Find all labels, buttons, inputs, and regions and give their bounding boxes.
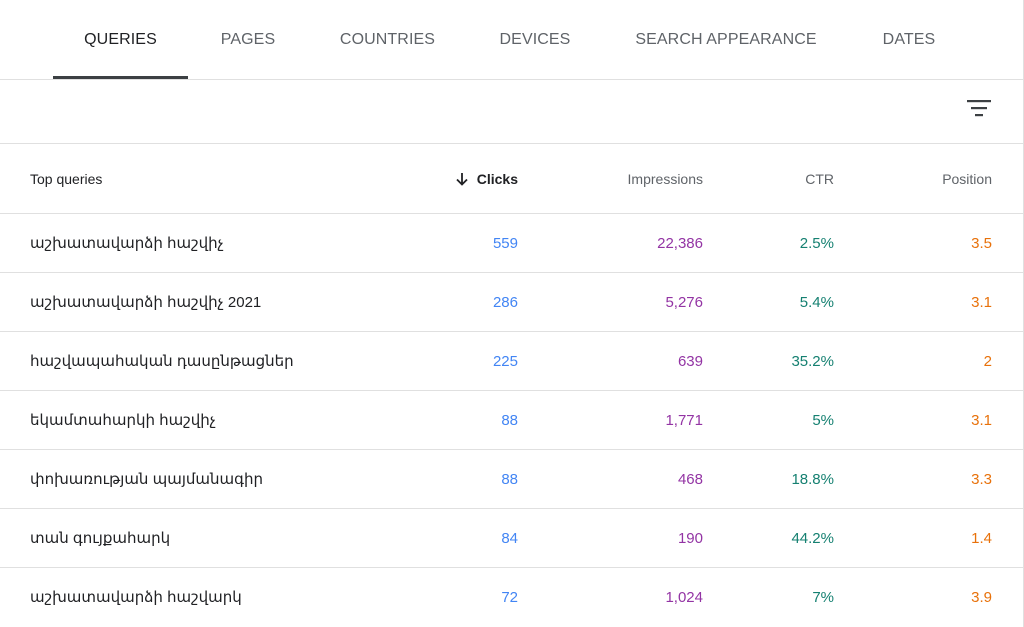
tab-countries[interactable]: COUNTRIES xyxy=(325,0,450,79)
table-row[interactable]: աշխատավարձի հաշվարկ 72 1,024 7% 3.9 xyxy=(0,568,1024,627)
active-tab-indicator xyxy=(53,76,188,79)
query-cell: աշխատավարձի հաշվարկ xyxy=(30,589,242,606)
query-cell: փոխառության պայմանագիր xyxy=(30,471,264,488)
impressions-cell: 190 xyxy=(677,530,703,547)
position-cell: 3.3 xyxy=(971,471,992,488)
tab-devices[interactable]: DEVICES xyxy=(483,0,587,79)
ctr-cell: 35.2% xyxy=(791,353,834,370)
position-cell: 3.1 xyxy=(971,294,992,311)
ctr-cell: 2.5% xyxy=(799,235,834,252)
table-row[interactable]: եկամտահարկի հաշվիչ 88 1,771 5% 3.1 xyxy=(0,391,1024,450)
clicks-cell: 88 xyxy=(501,471,518,488)
clicks-cell: 286 xyxy=(492,294,518,311)
table-row[interactable]: փոխառության պայմանագիր 88 468 18.8% 3.3 xyxy=(0,450,1024,509)
table-row[interactable]: աշխատավարձի հաշվիչ 559 22,386 2.5% 3.5 xyxy=(0,214,1024,273)
impressions-cell: 5,276 xyxy=(665,294,703,311)
table-toolbar xyxy=(0,80,1024,144)
impressions-cell: 468 xyxy=(677,471,703,488)
tab-pages[interactable]: PAGES xyxy=(200,0,296,79)
header-clicks[interactable]: Clicks xyxy=(400,144,518,214)
impressions-cell: 1,024 xyxy=(665,589,703,606)
ctr-cell: 44.2% xyxy=(791,530,834,547)
ctr-cell: 5% xyxy=(812,412,834,429)
arrow-down-icon xyxy=(456,172,468,186)
impressions-cell: 639 xyxy=(677,353,703,370)
filter-list-icon xyxy=(967,100,991,117)
ctr-cell: 5.4% xyxy=(799,294,834,311)
header-clicks-label: Clicks xyxy=(476,171,518,187)
impressions-cell: 22,386 xyxy=(657,235,703,252)
tab-dates[interactable]: DATES xyxy=(866,0,952,79)
header-ctr[interactable]: CTR xyxy=(720,144,834,214)
queries-table: Top queries Clicks Impressions CTR Posit… xyxy=(0,144,1024,627)
position-cell: 2 xyxy=(983,353,992,370)
query-cell: հաշվապահական դասընթացներ xyxy=(30,353,294,370)
performance-report: QUERIES PAGES COUNTRIES DEVICES SEARCH A… xyxy=(0,0,1024,627)
dimension-tabs: QUERIES PAGES COUNTRIES DEVICES SEARCH A… xyxy=(0,0,1024,80)
clicks-cell: 84 xyxy=(501,530,518,547)
position-cell: 1.4 xyxy=(971,530,992,547)
table-row[interactable]: աշխատավարձի հաշվիչ 2021 286 5,276 5.4% 3… xyxy=(0,273,1024,332)
header-position[interactable]: Position xyxy=(870,144,992,214)
table-row[interactable]: հաշվապահական դասընթացներ 225 639 35.2% 2 xyxy=(0,332,1024,391)
ctr-cell: 7% xyxy=(812,589,834,606)
tab-search-appearance[interactable]: SEARCH APPEARANCE xyxy=(618,0,834,79)
filter-rows-button[interactable] xyxy=(962,94,996,124)
table-body: աշխատավարձի հաշվիչ 559 22,386 2.5% 3.5 ա… xyxy=(0,214,1024,627)
table-header: Top queries Clicks Impressions CTR Posit… xyxy=(0,144,1024,214)
table-row[interactable]: տան գույքահարկ 84 190 44.2% 1.4 xyxy=(0,509,1024,568)
clicks-cell: 225 xyxy=(492,353,518,370)
clicks-cell: 72 xyxy=(501,589,518,606)
clicks-cell: 88 xyxy=(501,412,518,429)
impressions-cell: 1,771 xyxy=(665,412,703,429)
tab-queries[interactable]: QUERIES xyxy=(53,0,188,79)
clicks-cell: 559 xyxy=(492,235,518,252)
header-top-queries: Top queries xyxy=(30,171,103,187)
position-cell: 3.5 xyxy=(971,235,992,252)
query-cell: եկամտահարկի հաշվիչ xyxy=(30,412,216,429)
query-cell: տան գույքահարկ xyxy=(30,530,171,547)
query-cell: աշխատավարձի հաշվիչ 2021 xyxy=(30,294,262,311)
ctr-cell: 18.8% xyxy=(791,471,834,488)
header-impressions[interactable]: Impressions xyxy=(560,144,703,214)
position-cell: 3.1 xyxy=(971,412,992,429)
position-cell: 3.9 xyxy=(971,589,992,606)
query-cell: աշխատավարձի հաշվիչ xyxy=(30,235,224,252)
